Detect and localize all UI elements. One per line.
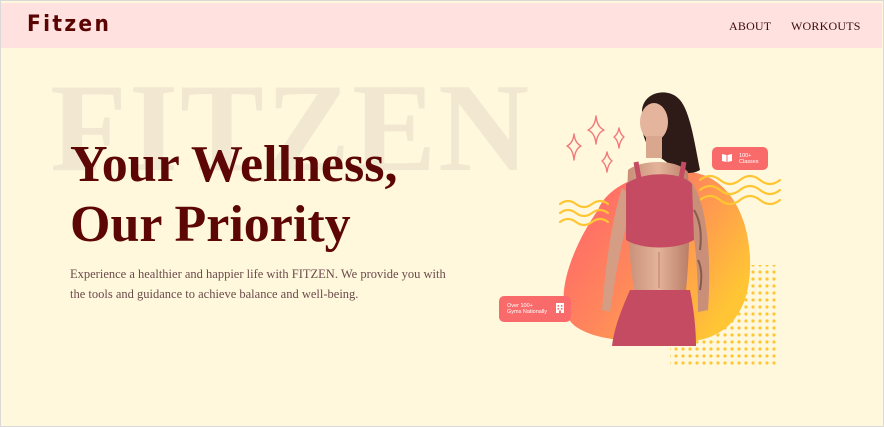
hero-description: Experience a healthier and happier life … bbox=[70, 267, 446, 301]
hero-headline-line2: Our Priority bbox=[70, 196, 351, 253]
sparkle-icon bbox=[566, 115, 625, 173]
classes-badge: 100+ Classes bbox=[712, 147, 768, 170]
nav-link-about[interactable]: ABOUT bbox=[729, 19, 771, 34]
classes-badge-text: 100+ Classes bbox=[739, 153, 759, 165]
site-header: Fitzen ABOUT WORKOUTS bbox=[1, 3, 882, 48]
gyms-badge: Over 100+ Gyms Nationally bbox=[499, 296, 571, 322]
nav-link-workouts[interactable]: WORKOUTS bbox=[791, 19, 861, 34]
book-open-icon bbox=[721, 153, 733, 165]
building-icon bbox=[555, 302, 565, 316]
classes-label: Classes bbox=[739, 158, 759, 165]
gyms-label: Gyms Nationally bbox=[507, 309, 548, 315]
brand-logo[interactable]: Fitzen bbox=[27, 12, 111, 37]
hero-illustration bbox=[558, 92, 782, 365]
hero-headline: Your Wellness, Our Priority bbox=[70, 135, 398, 255]
hero-headline-line1: Your Wellness, bbox=[70, 136, 398, 193]
gyms-badge-text: Over 100+ Gyms Nationally bbox=[507, 303, 547, 315]
